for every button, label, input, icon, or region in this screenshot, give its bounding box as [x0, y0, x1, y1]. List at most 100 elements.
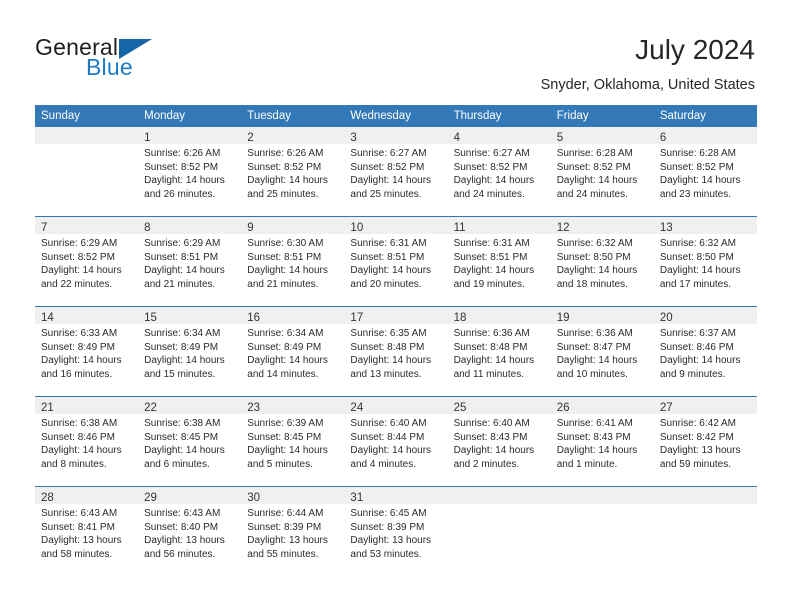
- calendar-day-cell[interactable]: 10 Sunrise: 6:31 AM Sunset: 8:51 PM Dayligh…: [344, 216, 448, 307]
- calendar-body: 1 Sunrise: 6:26 AM Sunset: 8:52 PM Daylight…: [35, 127, 757, 576]
- day-number: 26: [556, 402, 570, 414]
- sunset-text: Sunset: 8:52 PM: [350, 161, 425, 173]
- calendar-week-row: 7 Sunrise: 6:29 AM Sunset: 8:52 PM Daylight…: [35, 216, 757, 307]
- day-number: 7: [41, 222, 48, 234]
- day-number: 24: [350, 402, 364, 414]
- calendar-day-cell[interactable]: 28 Sunrise: 6:43 AM Sunset: 8:41 PM Dayligh…: [35, 486, 139, 576]
- calendar-day-cell[interactable]: 20 Sunrise: 6:37 AM Sunset: 8:46 PM Dayligh…: [653, 306, 757, 397]
- calendar-day-cell[interactable]: 27 Sunrise: 6:42 AM Sunset: 8:42 PM Dayligh…: [653, 396, 757, 487]
- sunset-text: Sunset: 8:47 PM: [556, 341, 631, 353]
- daylight-text-line2: and 21 minutes.: [144, 278, 216, 290]
- general-blue-logo[interactable]: General Blue: [35, 36, 255, 82]
- daylight-text-line2: and 53 minutes.: [350, 548, 422, 560]
- day-number: 18: [453, 312, 467, 324]
- sunset-text: Sunset: 8:43 PM: [453, 431, 528, 443]
- day-cell-content: 11 Sunrise: 6:31 AM Sunset: 8:51 PM Dayligh…: [447, 217, 551, 306]
- daylight-text-line1: Daylight: 14 hours: [659, 265, 741, 277]
- daylight-text-line1: Daylight: 14 hours: [659, 175, 741, 187]
- daylight-text-line2: and 1 minute.: [556, 458, 618, 470]
- calendar-day-cell[interactable]: 2 Sunrise: 6:26 AM Sunset: 8:52 PM Daylight…: [241, 127, 345, 217]
- calendar-day-cell[interactable]: 11 Sunrise: 6:31 AM Sunset: 8:51 PM Dayligh…: [447, 216, 551, 307]
- calendar-header-row: Sunday Monday Tuesday Wednesday Thursday…: [35, 105, 757, 127]
- day-number: 14: [41, 312, 54, 324]
- calendar-day-cell[interactable]: 14 Sunrise: 6:33 AM Sunset: 8:49 PM Dayligh…: [35, 306, 139, 397]
- calendar-day-cell[interactable]: 17 Sunrise: 6:35 AM Sunset: 8:48 PM Dayligh…: [344, 306, 448, 397]
- sunrise-text: Sunrise: 6:29 AM: [144, 238, 221, 249]
- sunset-text: Sunset: 8:44 PM: [350, 431, 425, 443]
- day-number: 5: [556, 132, 564, 144]
- calendar-day-cell[interactable]: 15 Sunrise: 6:34 AM Sunset: 8:49 PM Dayligh…: [138, 306, 242, 397]
- daylight-text-line1: Daylight: 13 hours: [247, 535, 328, 547]
- calendar-day-cell[interactable]: 4 Sunrise: 6:27 AM Sunset: 8:52 PM Daylight…: [447, 127, 551, 217]
- daylight-text-line1: Daylight: 14 hours: [247, 265, 328, 277]
- day-number-band: 18: [447, 307, 551, 324]
- sunrise-text: Sunrise: 6:26 AM: [247, 148, 324, 159]
- daylight-text-line1: Daylight: 14 hours: [247, 175, 328, 187]
- calendar-page: General Blue July 2024 Snyder, Oklahoma,…: [0, 0, 792, 612]
- sunrise-text: Sunrise: 6:45 AM: [350, 508, 427, 519]
- day-number-band: 29: [138, 487, 242, 504]
- sunset-text: Sunset: 8:46 PM: [659, 341, 734, 353]
- day-number-band: 4: [447, 127, 551, 144]
- calendar-day-cell[interactable]: 26 Sunrise: 6:41 AM Sunset: 8:43 PM Dayligh…: [550, 396, 654, 487]
- day-cell-content: 7 Sunrise: 6:29 AM Sunset: 8:52 PM Daylight…: [35, 217, 139, 306]
- calendar-day-cell[interactable]: 5 Sunrise: 6:28 AM Sunset: 8:52 PM Daylight…: [550, 127, 654, 217]
- daylight-text-line2: and 55 minutes.: [247, 548, 319, 560]
- calendar-day-cell[interactable]: 6 Sunrise: 6:28 AM Sunset: 8:52 PM Daylight…: [653, 127, 757, 217]
- daylight-text-line1: Daylight: 14 hours: [556, 175, 638, 187]
- sunset-text: Sunset: 8:40 PM: [144, 521, 219, 533]
- day-number-band: 20: [653, 307, 757, 324]
- calendar-week-row: 28 Sunrise: 6:43 AM Sunset: 8:41 PM Dayligh…: [35, 486, 757, 576]
- day-number: 8: [144, 222, 151, 234]
- day-cell-content: 6 Sunrise: 6:28 AM Sunset: 8:52 PM Daylight…: [653, 127, 757, 216]
- day-number-band: 30: [241, 487, 345, 504]
- calendar-day-cell[interactable]: 3 Sunrise: 6:27 AM Sunset: 8:52 PM Daylight…: [344, 127, 448, 217]
- sunrise-text: Sunrise: 6:31 AM: [350, 238, 427, 249]
- day-number-band: 11: [447, 217, 551, 234]
- calendar-day-cell[interactable]: 9 Sunrise: 6:30 AM Sunset: 8:51 PM Daylight…: [241, 216, 345, 307]
- day-sun-details: Sunrise: 6:34 AM Sunset: 8:49 PM Daylight:…: [241, 324, 344, 381]
- daylight-text-line2: and 58 minutes.: [41, 548, 113, 560]
- calendar-day-cell[interactable]: 13 Sunrise: 6:32 AM Sunset: 8:50 PM Dayligh…: [653, 216, 757, 307]
- sunrise-text: Sunrise: 6:35 AM: [350, 328, 427, 339]
- calendar-day-cell[interactable]: 21 Sunrise: 6:38 AM Sunset: 8:46 PM Dayligh…: [35, 396, 139, 487]
- weekday-header-thursday: Thursday: [447, 105, 551, 127]
- daylight-text-line2: and 24 minutes.: [453, 188, 525, 200]
- calendar-day-cell[interactable]: 25 Sunrise: 6:40 AM Sunset: 8:43 PM Dayligh…: [447, 396, 551, 487]
- calendar-day-cell[interactable]: 22 Sunrise: 6:38 AM Sunset: 8:45 PM Dayligh…: [138, 396, 242, 487]
- calendar-day-cell[interactable]: 7 Sunrise: 6:29 AM Sunset: 8:52 PM Daylight…: [35, 216, 139, 307]
- calendar-day-cell[interactable]: 19 Sunrise: 6:36 AM Sunset: 8:47 PM Dayligh…: [550, 306, 654, 397]
- calendar-day-cell[interactable]: 23 Sunrise: 6:39 AM Sunset: 8:45 PM Dayligh…: [241, 396, 345, 487]
- calendar-day-cell[interactable]: 18 Sunrise: 6:36 AM Sunset: 8:48 PM Dayligh…: [447, 306, 551, 397]
- daylight-text-line2: and 26 minutes.: [144, 188, 216, 200]
- day-number-band: 21: [35, 397, 139, 414]
- calendar-day-cell[interactable]: 30 Sunrise: 6:44 AM Sunset: 8:39 PM Dayligh…: [241, 486, 345, 576]
- day-number: 17: [350, 312, 364, 324]
- daylight-text-line1: Daylight: 13 hours: [350, 535, 432, 547]
- daylight-text-line1: Daylight: 14 hours: [659, 355, 741, 367]
- day-cell-content: 23 Sunrise: 6:39 AM Sunset: 8:45 PM Dayligh…: [241, 397, 345, 486]
- day-number-band: 27: [653, 397, 757, 414]
- calendar-day-cell[interactable]: 24 Sunrise: 6:40 AM Sunset: 8:44 PM Dayligh…: [344, 396, 448, 487]
- day-number: 1: [144, 132, 151, 144]
- sunrise-text: Sunrise: 6:33 AM: [41, 328, 118, 339]
- calendar-day-cell[interactable]: 31 Sunrise: 6:45 AM Sunset: 8:39 PM Dayligh…: [344, 486, 448, 576]
- calendar-day-cell[interactable]: 12 Sunrise: 6:32 AM Sunset: 8:50 PM Dayligh…: [550, 216, 654, 307]
- daylight-text-line1: Daylight: 14 hours: [41, 355, 122, 367]
- daylight-text-line2: and 19 minutes.: [453, 278, 525, 290]
- sunrise-text: Sunrise: 6:34 AM: [144, 328, 221, 339]
- day-number: 20: [659, 312, 673, 324]
- daylight-text-line1: Daylight: 14 hours: [350, 445, 432, 457]
- calendar-week-row: 14 Sunrise: 6:33 AM Sunset: 8:49 PM Dayligh…: [35, 306, 757, 397]
- calendar-day-cell[interactable]: 8 Sunrise: 6:29 AM Sunset: 8:51 PM Daylight…: [138, 216, 242, 307]
- calendar-day-cell[interactable]: 29 Sunrise: 6:43 AM Sunset: 8:40 PM Dayligh…: [138, 486, 242, 576]
- day-cell-content: 4 Sunrise: 6:27 AM Sunset: 8:52 PM Daylight…: [447, 127, 551, 216]
- calendar-day-cell[interactable]: 1 Sunrise: 6:26 AM Sunset: 8:52 PM Daylight…: [138, 127, 242, 217]
- daylight-text-line2: and 14 minutes.: [247, 368, 319, 380]
- daylight-text-line2: and 10 minutes.: [556, 368, 628, 380]
- day-cell-content: 17 Sunrise: 6:35 AM Sunset: 8:48 PM Dayligh…: [344, 307, 448, 396]
- day-cell-content: [35, 127, 139, 216]
- sunrise-text: Sunrise: 6:32 AM: [556, 238, 633, 249]
- calendar-day-cell[interactable]: 16 Sunrise: 6:34 AM Sunset: 8:49 PM Dayligh…: [241, 306, 345, 397]
- sunset-text: Sunset: 8:45 PM: [247, 431, 322, 443]
